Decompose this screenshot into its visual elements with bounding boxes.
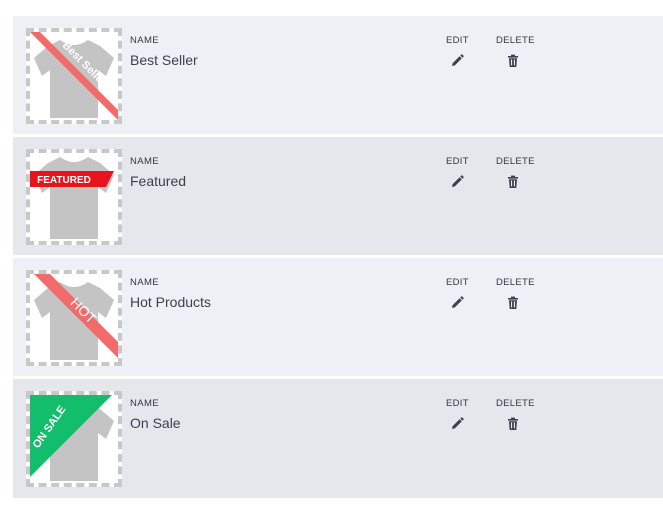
badge-row-featured: FEATURED NAME Featured EDIT DELETE bbox=[13, 137, 663, 255]
delete-label: DELETE bbox=[496, 35, 535, 46]
tshirt-icon: Best Seller bbox=[30, 32, 118, 120]
delete-button[interactable] bbox=[505, 416, 521, 432]
badge-name: Featured bbox=[130, 173, 187, 189]
badge-row-on-sale: ON SALE NAME On Sale EDIT DELETE bbox=[13, 379, 663, 498]
tshirt-icon: ON SALE bbox=[30, 395, 114, 481]
badge-thumbnail-on-sale: ON SALE bbox=[26, 391, 122, 487]
pencil-icon bbox=[452, 296, 464, 308]
badge-thumbnail-hot: HOT bbox=[26, 270, 122, 366]
tshirt-icon: HOT bbox=[34, 274, 118, 360]
edit-label: EDIT bbox=[446, 277, 469, 288]
badge-name: On Sale bbox=[130, 415, 181, 431]
badge-row-best-seller: Best Seller NAME Best Seller EDIT DELETE bbox=[13, 16, 663, 134]
delete-label: DELETE bbox=[496, 156, 535, 167]
edit-button[interactable] bbox=[449, 295, 465, 311]
pencil-icon bbox=[452, 417, 464, 429]
badge-name: Hot Products bbox=[130, 294, 211, 310]
tshirt-icon: FEATURED bbox=[30, 156, 114, 239]
pencil-icon bbox=[452, 175, 464, 187]
edit-label: EDIT bbox=[446, 35, 469, 46]
badge-thumbnail-featured: FEATURED bbox=[26, 149, 122, 245]
trash-icon bbox=[508, 54, 518, 67]
edit-label: EDIT bbox=[446, 398, 469, 409]
edit-button[interactable] bbox=[449, 53, 465, 69]
edit-label: EDIT bbox=[446, 156, 469, 167]
name-label: NAME bbox=[130, 277, 160, 288]
delete-label: DELETE bbox=[496, 277, 535, 288]
edit-button[interactable] bbox=[449, 416, 465, 432]
trash-icon bbox=[508, 296, 518, 309]
badge-thumbnail-best-seller: Best Seller bbox=[26, 28, 122, 124]
delete-button[interactable] bbox=[505, 53, 521, 69]
trash-icon bbox=[508, 175, 518, 188]
edit-button[interactable] bbox=[449, 174, 465, 190]
name-label: NAME bbox=[130, 398, 160, 409]
delete-label: DELETE bbox=[496, 398, 535, 409]
badge-row-hot-products: HOT NAME Hot Products EDIT DELETE bbox=[13, 258, 663, 376]
ribbon-text: FEATURED bbox=[37, 175, 91, 186]
name-label: NAME bbox=[130, 156, 160, 167]
delete-button[interactable] bbox=[505, 295, 521, 311]
badge-list: Best Seller NAME Best Seller EDIT DELETE bbox=[13, 16, 663, 501]
badge-name: Best Seller bbox=[130, 52, 198, 68]
name-label: NAME bbox=[130, 35, 160, 46]
delete-button[interactable] bbox=[505, 174, 521, 190]
pencil-icon bbox=[452, 54, 464, 66]
trash-icon bbox=[508, 417, 518, 430]
